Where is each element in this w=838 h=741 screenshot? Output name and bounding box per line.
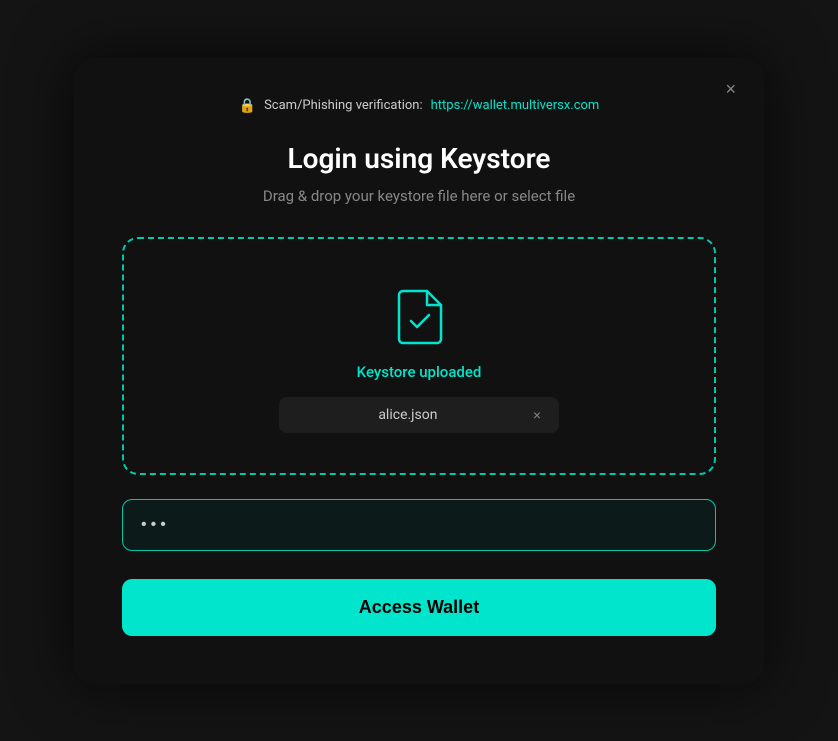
phishing-link[interactable]: https://wallet.multiversx.com	[431, 98, 600, 113]
phishing-prefix: Scam/Phishing verification:	[264, 98, 423, 113]
access-wallet-button[interactable]: Access Wallet	[122, 579, 716, 636]
password-input[interactable]	[122, 499, 716, 551]
close-button[interactable]: ×	[717, 76, 744, 102]
dropzone[interactable]: Keystore uploaded alice.json ×	[122, 237, 716, 475]
file-remove-button[interactable]: ×	[531, 408, 543, 422]
modal-container: × 🔒 Scam/Phishing verification: https://…	[74, 58, 764, 684]
file-badge: alice.json ×	[279, 397, 559, 433]
modal-title: Login using Keystore	[122, 142, 716, 175]
modal-overlay: × 🔒 Scam/Phishing verification: https://…	[0, 0, 838, 741]
modal-subtitle: Drag & drop your keystore file here or s…	[122, 187, 716, 205]
keystore-status-label: Keystore uploaded	[357, 363, 482, 381]
keystore-file-icon	[389, 287, 449, 347]
phishing-bar: 🔒 Scam/Phishing verification: https://wa…	[122, 98, 716, 114]
lock-icon: 🔒	[239, 98, 256, 114]
file-name: alice.json	[295, 407, 521, 423]
